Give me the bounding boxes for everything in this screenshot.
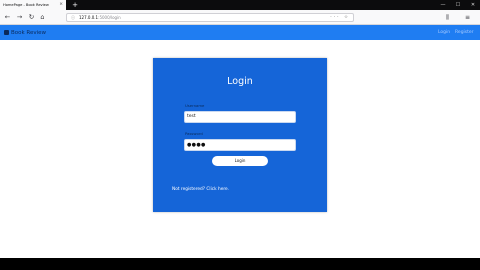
library-icon[interactable]: ⫼ [446, 13, 449, 22]
tab-title: HomePage - Book Review [3, 3, 49, 7]
site-info-icon[interactable]: ⓘ [71, 15, 75, 21]
browser-tab[interactable]: HomePage - Book Review × [0, 0, 66, 10]
home-icon[interactable]: ⌂ [38, 13, 47, 22]
back-icon[interactable]: ← [3, 13, 12, 22]
browser-toolbar: ← → ↻ ⌂ ⓘ 127.0.0.1 :5000/login ··· ☆ ⫼ … [0, 10, 480, 25]
menu-icon[interactable]: ≡ [465, 13, 470, 22]
brand-link[interactable]: Book Review [4, 25, 46, 40]
login-card: Login Username test Password ●●●● Login … [153, 58, 327, 212]
forward-icon[interactable]: → [15, 13, 24, 22]
login-title: Login [227, 76, 253, 87]
window-maximize-button[interactable]: ☐ [451, 0, 465, 10]
app-navbar: Book Review Login Register [0, 25, 480, 40]
url-host: 127.0.0.1 [79, 15, 99, 20]
book-icon [4, 30, 9, 35]
username-input[interactable]: test [184, 111, 296, 123]
browser-tab-bar: HomePage - Book Review × + — ☐ ✕ [0, 0, 480, 10]
password-input[interactable]: ●●●● [184, 139, 296, 151]
nav-login-link[interactable]: Login [438, 25, 450, 40]
window-minimize-button[interactable]: — [436, 0, 450, 10]
reload-icon[interactable]: ↻ [27, 13, 36, 22]
bottom-black-bar [0, 258, 480, 270]
window-close-button[interactable]: ✕ [466, 0, 480, 10]
password-label: Password [185, 131, 203, 136]
url-actions-icon[interactable]: ··· ☆ [330, 14, 350, 21]
register-link[interactable]: Not registered? Click here. [172, 187, 229, 192]
nav-register-link[interactable]: Register [455, 25, 474, 40]
username-label: Username [185, 103, 205, 108]
tab-close-icon[interactable]: × [59, 2, 63, 7]
new-tab-button[interactable]: + [70, 0, 80, 10]
url-path: :5000/login [98, 15, 121, 20]
brand-text: Book Review [11, 29, 47, 36]
login-button[interactable]: Login [212, 156, 268, 166]
url-bar[interactable]: ⓘ 127.0.0.1 :5000/login ··· ☆ [66, 13, 354, 22]
